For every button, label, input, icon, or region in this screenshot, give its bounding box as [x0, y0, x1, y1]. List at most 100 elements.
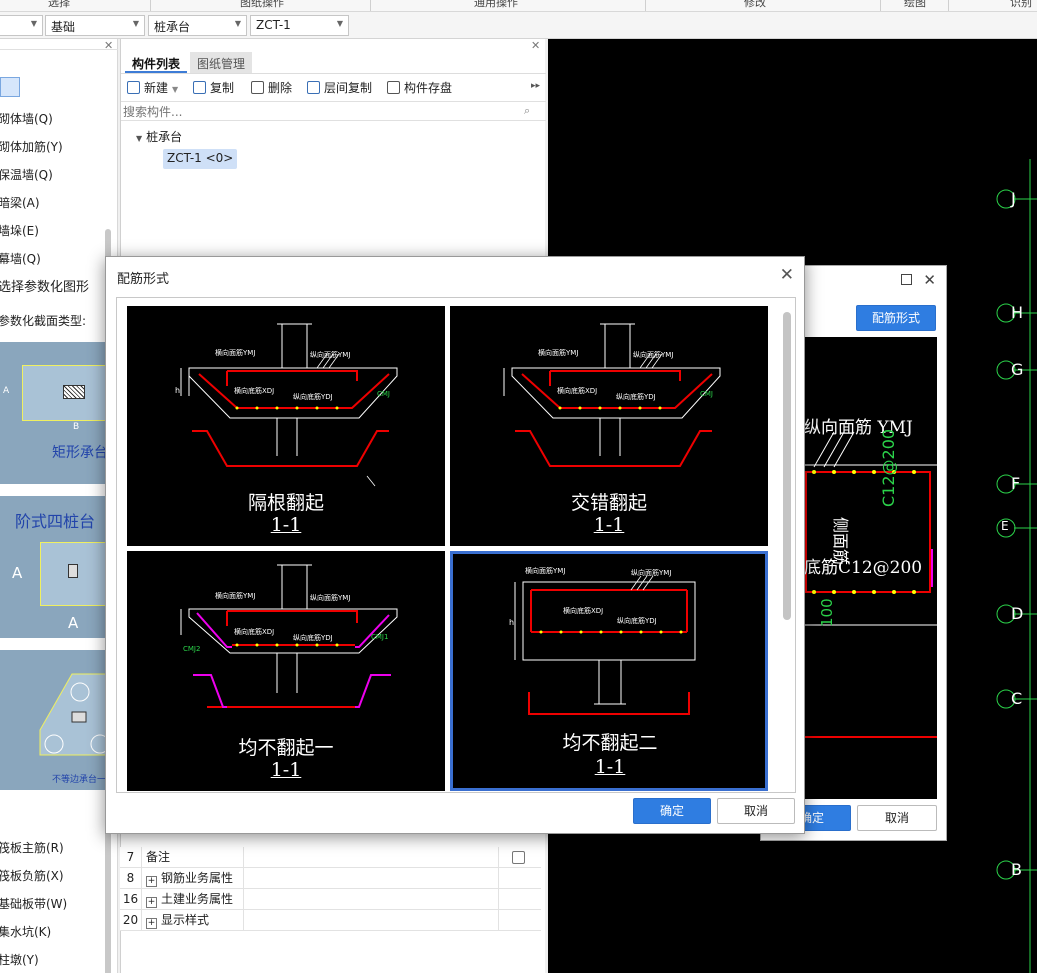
ribbon-separator [880, 0, 881, 11]
search-bar: ⌕ [121, 101, 546, 121]
ribbon-group-drawing-ops[interactable]: 图纸操作 [240, 0, 284, 10]
card-caption: 不等边承台一 [52, 775, 107, 785]
floor-select[interactable]: ▼ [0, 15, 43, 36]
close-icon[interactable]: ✕ [531, 39, 540, 52]
nav-item[interactable]: 保温墙(Q) [0, 166, 53, 183]
copy-button[interactable]: 复制 [193, 79, 234, 96]
save-component-button[interactable]: 构件存盘 [387, 79, 452, 96]
tree-root-item[interactable]: ▼ 桩承台 [136, 128, 182, 145]
chevron-down-icon: ▼ [30, 19, 37, 28]
section-label: 1-1 [594, 756, 626, 778]
option-caption: 均不翻起一 [238, 737, 334, 759]
nav-item[interactable]: 柱墩(Y) [0, 951, 39, 968]
param-card-stepped[interactable]: 阶式四桩台 A A [0, 496, 108, 638]
option-no-bent-one[interactable]: 横向面筋YMJ 纵向面筋YMJ 横向底筋XDJ 纵向底筋YDJ CMJ1 CMJ… [127, 551, 445, 791]
chevron-down-icon: ▼ [336, 19, 343, 28]
axis-label-b: B [1011, 860, 1022, 879]
property-row[interactable]: 16 + 土建业务属性 [120, 889, 541, 910]
maximize-icon[interactable] [901, 274, 912, 285]
param-panel-title: 选择参数化图形 [0, 280, 90, 295]
nav-item[interactable]: 砌体加筋(Y) [0, 138, 63, 155]
tree-child-item[interactable]: ZCT-1 <0> [163, 149, 238, 169]
dim-a-label: A [3, 386, 10, 396]
nav-item[interactable]: 筏板主筋(R) [0, 839, 64, 856]
nav-item[interactable]: 筏板负筋(X) [0, 867, 64, 884]
new-button[interactable]: 新建 ▼ [127, 79, 178, 96]
ribbon-group-identify[interactable]: 识别 [1010, 0, 1032, 10]
chevron-down-icon: ▼ [234, 19, 241, 28]
component-select[interactable]: ZCT-1 ▼ [250, 15, 349, 36]
scrollbar-thumb[interactable] [105, 829, 111, 973]
rebar-form-dialog: 配筋形式 ✕ 横向面筋YMJ 纵向面筋YMJ 横向底筋XDJ 纵向底筋YDJ C… [105, 256, 805, 834]
property-row[interactable]: 7 备注 [120, 847, 541, 868]
ribbon-separator [370, 0, 371, 11]
rebar-preview: 纵向面筋 YMJ 侧面筋 C12@200 底筋C12@200 100 [804, 337, 937, 799]
axis-label-f: F [1011, 474, 1021, 493]
ribbon-group-draw[interactable]: 绘图 [904, 0, 926, 10]
rebar-label: C12@200 [879, 428, 898, 507]
trash-icon [251, 81, 264, 94]
floor-copy-button[interactable]: 层间复制 [307, 79, 372, 96]
dimension-label: 100 [818, 598, 836, 627]
cancel-button[interactable]: 取消 [717, 798, 795, 824]
rebar-form-gallery: 横向面筋YMJ 纵向面筋YMJ 横向底筋XDJ 纵向底筋YDJ CMJ h 隔根… [116, 297, 796, 793]
confirm-button[interactable]: 确定 [633, 798, 711, 824]
param-shape-panel: 选择参数化图形 参数化截面类型: A B 矩形承台 阶式四桩台 A A 不等边承… [0, 272, 118, 792]
close-icon[interactable]: ✕ [780, 265, 794, 285]
section-label: 1-1 [593, 514, 625, 536]
param-card-irregular[interactable]: 不等边承台一 [0, 650, 110, 790]
ribbon-separator [948, 0, 949, 11]
tab-component-list[interactable]: 构件列表 [125, 52, 188, 73]
axis-label-g: G [1011, 360, 1024, 379]
cancel-button[interactable]: 取消 [857, 805, 937, 831]
expand-icon[interactable]: + [146, 897, 157, 908]
param-card-rect[interactable]: A B 矩形承台 [0, 342, 108, 484]
section-label: 1-1 [270, 514, 302, 536]
ribbon-group-select[interactable]: 选择 [48, 0, 70, 10]
property-row[interactable]: 20 + 显示样式 [120, 910, 541, 931]
nav-item[interactable]: 暗梁(A) [0, 194, 40, 211]
column-hatch-icon [63, 385, 85, 399]
ribbon-group-modify[interactable]: 修改 [744, 0, 766, 10]
axis-label-d: D [1011, 604, 1024, 623]
close-icon[interactable]: ✕ [104, 39, 113, 52]
list-view-icon[interactable] [0, 77, 20, 97]
chevron-down-icon: ▼ [172, 85, 179, 94]
option-staggered-bent[interactable]: 横向面筋YMJ 纵向面筋YMJ 横向底筋XDJ 纵向底筋YDJ CMJ 交错翻起… [450, 306, 768, 546]
ribbon-group-common-ops[interactable]: 通用操作 [474, 0, 518, 10]
ribbon-separator [150, 0, 151, 11]
tab-drawing-manage[interactable]: 图纸管理 [190, 52, 253, 73]
property-row[interactable]: 8 + 钢筋业务属性 [120, 868, 541, 889]
more-icon[interactable]: ▸▸ [531, 81, 540, 91]
option-no-bent-two[interactable]: 横向面筋YMJ 纵向面筋YMJ 横向底筋XDJ 纵向底筋YDJ h 均不翻起二 … [450, 551, 768, 791]
close-icon[interactable]: ✕ [923, 271, 936, 289]
option-caption: 均不翻起二 [562, 732, 658, 754]
irregular-cap-shape [39, 673, 110, 756]
search-input[interactable] [123, 103, 513, 120]
chevron-down-icon: ▼ [132, 19, 139, 28]
card-caption: 阶式四桩台 [15, 512, 96, 531]
nav-item[interactable]: 砌体墙(Q) [0, 110, 53, 127]
nav-item[interactable]: 集水坑(K) [0, 923, 51, 940]
expand-icon[interactable]: + [146, 876, 157, 887]
search-icon[interactable]: ⌕ [524, 104, 530, 118]
property-checkbox[interactable] [512, 851, 525, 864]
nav-item[interactable]: 墙垛(E) [0, 222, 39, 239]
gallery-scrollbar[interactable] [783, 312, 791, 620]
save-icon [387, 81, 400, 94]
column-icon [68, 564, 78, 578]
rebar-form-button[interactable]: 配筋形式 [856, 305, 936, 331]
expand-icon[interactable]: + [146, 918, 157, 929]
axis-label-e: E [1001, 519, 1009, 533]
axis-label-j: J [1011, 189, 1016, 208]
nav-item[interactable]: 基础板带(W) [0, 895, 67, 912]
type-select[interactable]: 桩承台 ▼ [148, 15, 247, 36]
dim-b-label: B [73, 422, 80, 432]
delete-button[interactable]: 删除 [251, 79, 292, 96]
option-every-other-bent[interactable]: 横向面筋YMJ 纵向面筋YMJ 横向底筋XDJ 纵向底筋YDJ CMJ h 隔根… [127, 306, 445, 546]
ribbon-bar: 选择 图纸操作 通用操作 修改 绘图 识别 [0, 0, 1037, 12]
option-caption: 交错翻起 [570, 492, 647, 514]
category-select[interactable]: 基础 ▼ [45, 15, 145, 36]
nav-item[interactable]: 幕墙(Q) [0, 250, 41, 267]
copy-icon [193, 81, 206, 94]
